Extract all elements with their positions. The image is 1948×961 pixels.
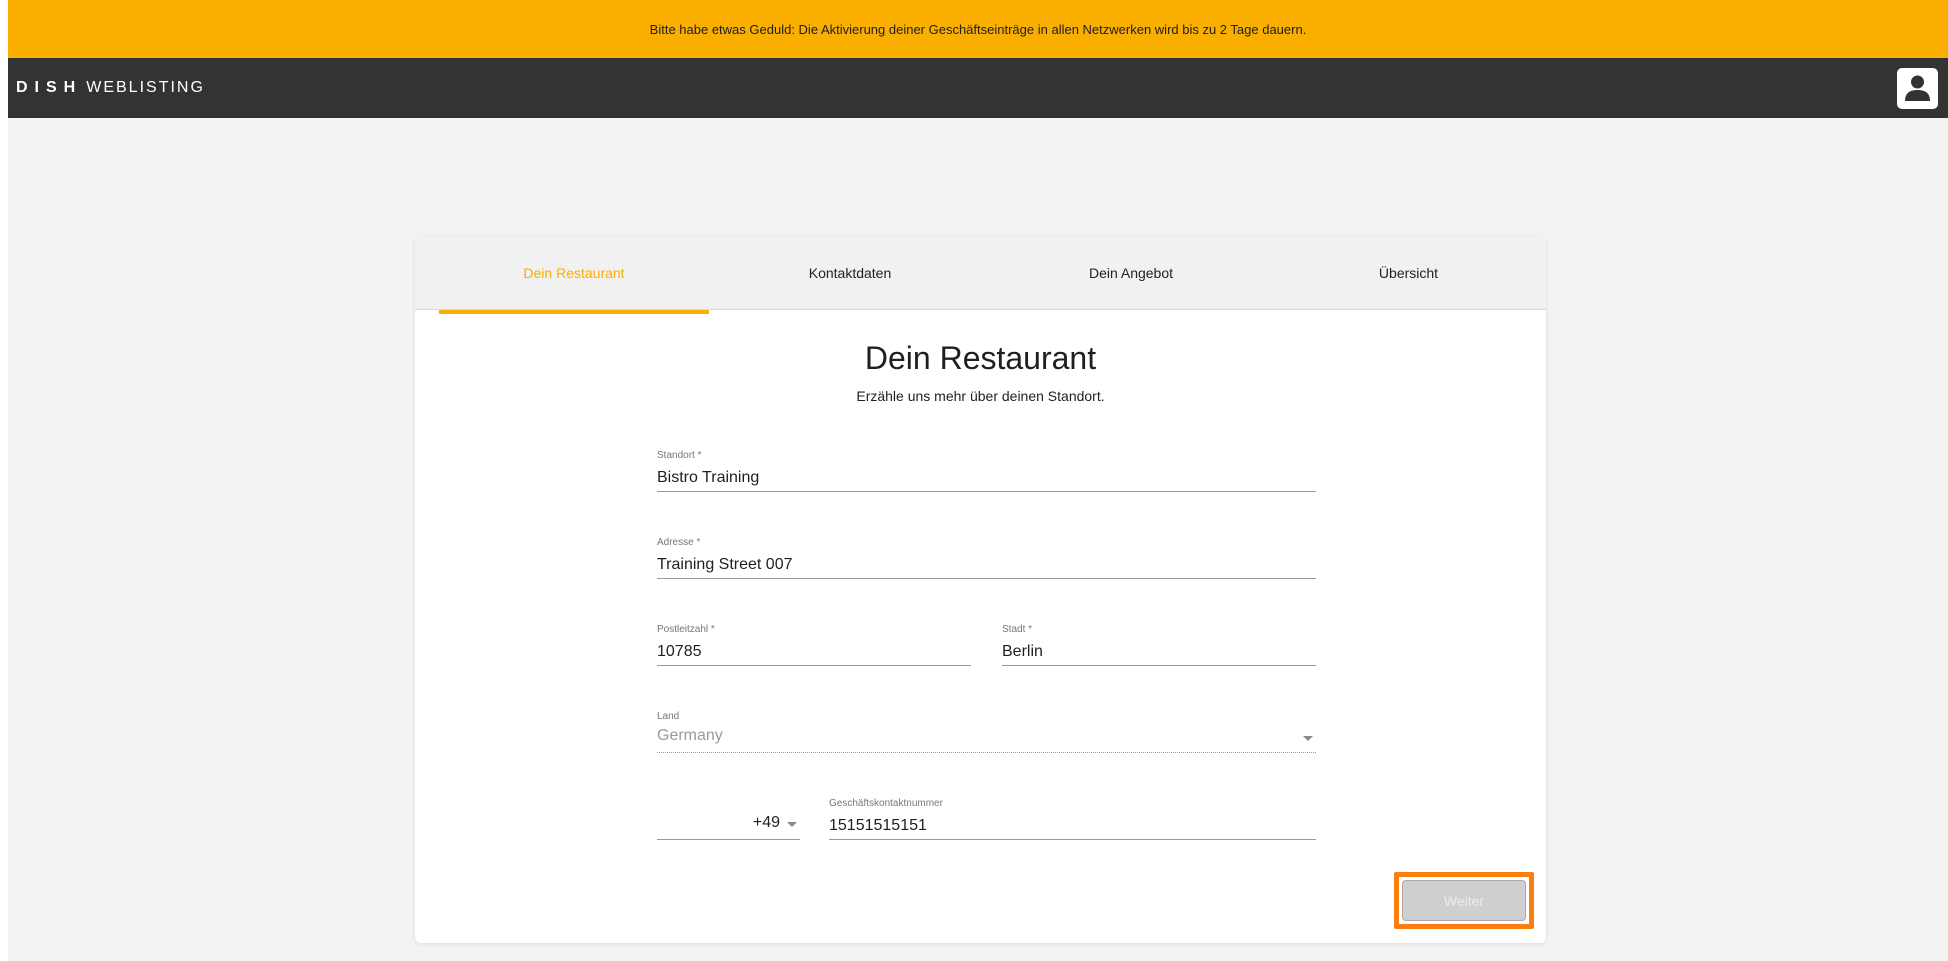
adresse-field: Adresse * (657, 537, 1316, 581)
phone-input[interactable] (829, 814, 1316, 838)
page-title: Dein Restaurant (864, 340, 1097, 376)
active-tab-indicator (439, 310, 709, 314)
land-underline (657, 752, 1316, 753)
tab-label: Kontaktdaten (808, 265, 892, 281)
wizard-tabs: Dein Restaurant Kontaktdaten Dein Angebo… (415, 236, 1546, 314)
wizard-card: Dein Restaurant Kontaktdaten Dein Angebo… (415, 236, 1546, 943)
postleitzahl-underline (657, 665, 971, 666)
page-subtitle: Erzähle uns mehr über deinen Standort. (856, 388, 1105, 404)
stadt-field: Stadt * (1002, 624, 1316, 668)
postleitzahl-input[interactable] (657, 640, 971, 664)
standort-field: Standort * (657, 450, 1316, 494)
adresse-underline (657, 578, 1316, 579)
phone-underline (829, 839, 1316, 840)
chevron-down-icon (1303, 736, 1313, 741)
standort-input[interactable] (657, 466, 1316, 490)
land-select[interactable]: Land Germany (657, 711, 1316, 755)
land-label: Land (657, 711, 680, 722)
standort-label: Standort * (657, 450, 702, 461)
adresse-input[interactable] (657, 553, 1316, 577)
top-navbar: DISH WEBLISTING (8, 58, 1948, 118)
postleitzahl-field: Postleitzahl * (657, 624, 971, 668)
banner-text: Bitte habe etwas Geduld: Die Aktivierung… (649, 21, 1307, 37)
weiter-button[interactable]: Weiter (1402, 880, 1526, 921)
tab-dein-angebot[interactable]: Dein Angebot (991, 236, 1271, 310)
stadt-underline (1002, 665, 1316, 666)
tab-label: Dein Restaurant (523, 265, 625, 281)
country-code-select[interactable]: +49 (657, 798, 800, 842)
stadt-label: Stadt * (1002, 624, 1033, 635)
tab-uebersicht[interactable]: Übersicht (1271, 236, 1546, 310)
phone-label: Geschäftskontaktnummer (829, 798, 943, 809)
country-code-underline (657, 839, 800, 840)
country-code-value: +49 (752, 814, 780, 831)
brand-logo[interactable]: DISH WEBLISTING (16, 79, 205, 97)
tab-kontaktdaten[interactable]: Kontaktdaten (709, 236, 991, 310)
chevron-down-icon (787, 822, 797, 827)
land-value: Germany (657, 727, 723, 744)
user-icon[interactable] (1897, 68, 1938, 109)
adresse-label: Adresse * (657, 537, 701, 548)
info-banner: Bitte habe etwas Geduld: Die Aktivierung… (8, 0, 1948, 58)
logo-weblisting: WEBLISTING (86, 79, 205, 96)
logo-dish: DISH (16, 79, 83, 96)
tab-label: Dein Angebot (1088, 265, 1174, 281)
stadt-input[interactable] (1002, 640, 1316, 664)
postleitzahl-label: Postleitzahl * (657, 624, 715, 635)
phone-field: Geschäftskontaktnummer (829, 798, 1316, 842)
app-frame: Bitte habe etwas Geduld: Die Aktivierung… (8, 0, 1948, 961)
tab-label: Übersicht (1378, 265, 1439, 281)
standort-underline (657, 491, 1316, 492)
tab-dein-restaurant[interactable]: Dein Restaurant (439, 236, 709, 310)
